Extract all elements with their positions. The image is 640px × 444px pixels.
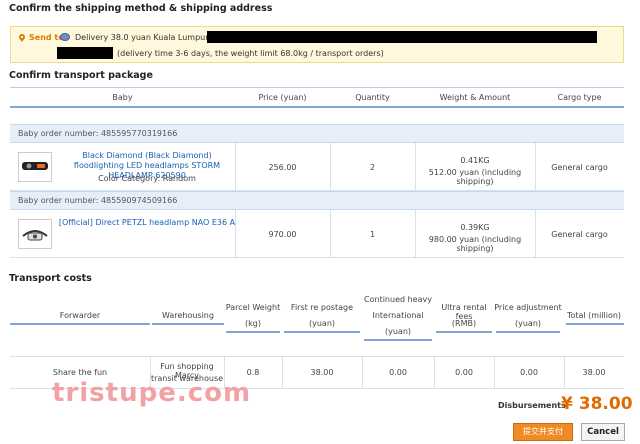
location-pin-icon (19, 34, 25, 42)
cost-col-forwarder: Forwarder (59, 311, 101, 320)
item-price: 256.00 (268, 163, 297, 172)
redacted-address (207, 31, 597, 43)
product-thumbnail[interactable] (18, 152, 52, 182)
cost-col-parcel-weight: Parcel Weight (225, 303, 281, 312)
headlamp-image (22, 162, 48, 170)
cost-col-rule (566, 323, 624, 325)
shipping-section-title: Confirm the shipping method & shipping a… (9, 3, 273, 14)
cost-col-continued-heavy-unit: (yuan) (384, 327, 412, 336)
cargo-type: General cargo (551, 230, 608, 239)
globe-icon (60, 33, 70, 41)
item-weight: 0.41KG (460, 156, 490, 165)
cost-parcel-weight: 0.8 (246, 368, 260, 377)
package-header-top-rule (10, 87, 624, 88)
item-price: 970.00 (268, 230, 297, 239)
cost-col-rental-fees-unit: (RMB) (451, 319, 477, 328)
cost-col-total: Total (million) (566, 311, 622, 320)
item-amount: 980.00 yuan (including shipping) (428, 235, 522, 253)
cost-first-postage: 38.00 (310, 368, 334, 377)
order-number: Baby order number: 485595770319166 (18, 129, 178, 138)
cost-col-price-adjustment: Price adjustment (494, 303, 562, 312)
cost-col-rule (10, 323, 150, 325)
cost-col-rule (152, 323, 224, 325)
col-quantity: Quantity (355, 93, 390, 102)
cost-col-price-adjustment-unit: (yuan) (514, 319, 542, 328)
send-to-label: Send to (29, 33, 64, 42)
product-thumbnail[interactable] (18, 219, 52, 249)
product-attribute: Color Category: Random (98, 174, 196, 183)
delivery-info: Delivery 38.0 yuan Kuala Lumpur (75, 33, 209, 42)
disbursements-label: Disbursements: (498, 401, 569, 410)
cargo-type: General cargo (551, 163, 608, 172)
cost-col-warehousing: Warehousing (162, 311, 214, 320)
item-weight: 0.39KG (460, 223, 490, 232)
order-bar: Baby order number: 485590974509166 (10, 191, 624, 210)
col-weight-amount: Weight & Amount (439, 93, 511, 102)
cost-total: 38.00 (582, 368, 606, 377)
order-bar: Baby order number: 485595770319166 (10, 124, 624, 143)
cost-col-rule (436, 331, 492, 333)
cost-price-adjustment: 0.00 (520, 368, 538, 377)
cost-col-parcel-weight-unit: (kg) (245, 319, 261, 328)
cost-rental-fees: 0.00 (455, 368, 473, 377)
cost-col-first-postage-unit: (yuan) (308, 319, 336, 328)
cost-forwarder: Share the fun (52, 368, 108, 377)
item-amount: 512.00 yuan (including shipping) (428, 168, 522, 186)
cost-col-international: International (372, 311, 424, 320)
cancel-button[interactable]: Cancel (581, 423, 625, 441)
cost-col-rule (496, 331, 560, 333)
order-number: Baby order number: 485590974509166 (18, 196, 178, 205)
package-header-rule (10, 106, 624, 108)
col-baby: Baby (112, 93, 133, 102)
submit-and-pay-button[interactable]: 提交并支付 (513, 423, 573, 441)
watermark: tristupe.com (52, 378, 252, 408)
redacted-recipient (57, 47, 113, 59)
disbursements-amount: ¥ 38.00 (561, 394, 633, 414)
headlamp-image (22, 230, 48, 241)
col-price: Price (yuan) (258, 93, 307, 102)
item-quantity: 2 (369, 163, 376, 172)
col-cargo-type: Cargo type (557, 93, 602, 102)
table-row: [Official] Direct PETZL headlamp NAO E36… (10, 210, 624, 258)
table-row: Black Diamond (Black Diamond) floodlight… (10, 143, 624, 191)
delivery-limits: (delivery time 3-6 days, the weight limi… (117, 49, 384, 58)
package-section-title: Confirm transport package (9, 70, 153, 81)
cost-col-continued-heavy: Continued heavy (364, 295, 432, 304)
cost-col-first-postage: First re postage (290, 303, 354, 312)
costs-section-title: Transport costs (9, 273, 92, 284)
item-quantity: 1 (369, 230, 376, 239)
cost-col-rule (364, 339, 432, 341)
send-to-banner: Send to Delivery 38.0 yuan Kuala Lumpur … (10, 26, 624, 63)
cost-col-rule (226, 331, 280, 333)
cost-col-rule (284, 331, 360, 333)
cost-continued-heavy: 0.00 (389, 368, 407, 377)
product-link[interactable]: [Official] Direct PETZL headlamp NAO E36… (58, 218, 236, 228)
